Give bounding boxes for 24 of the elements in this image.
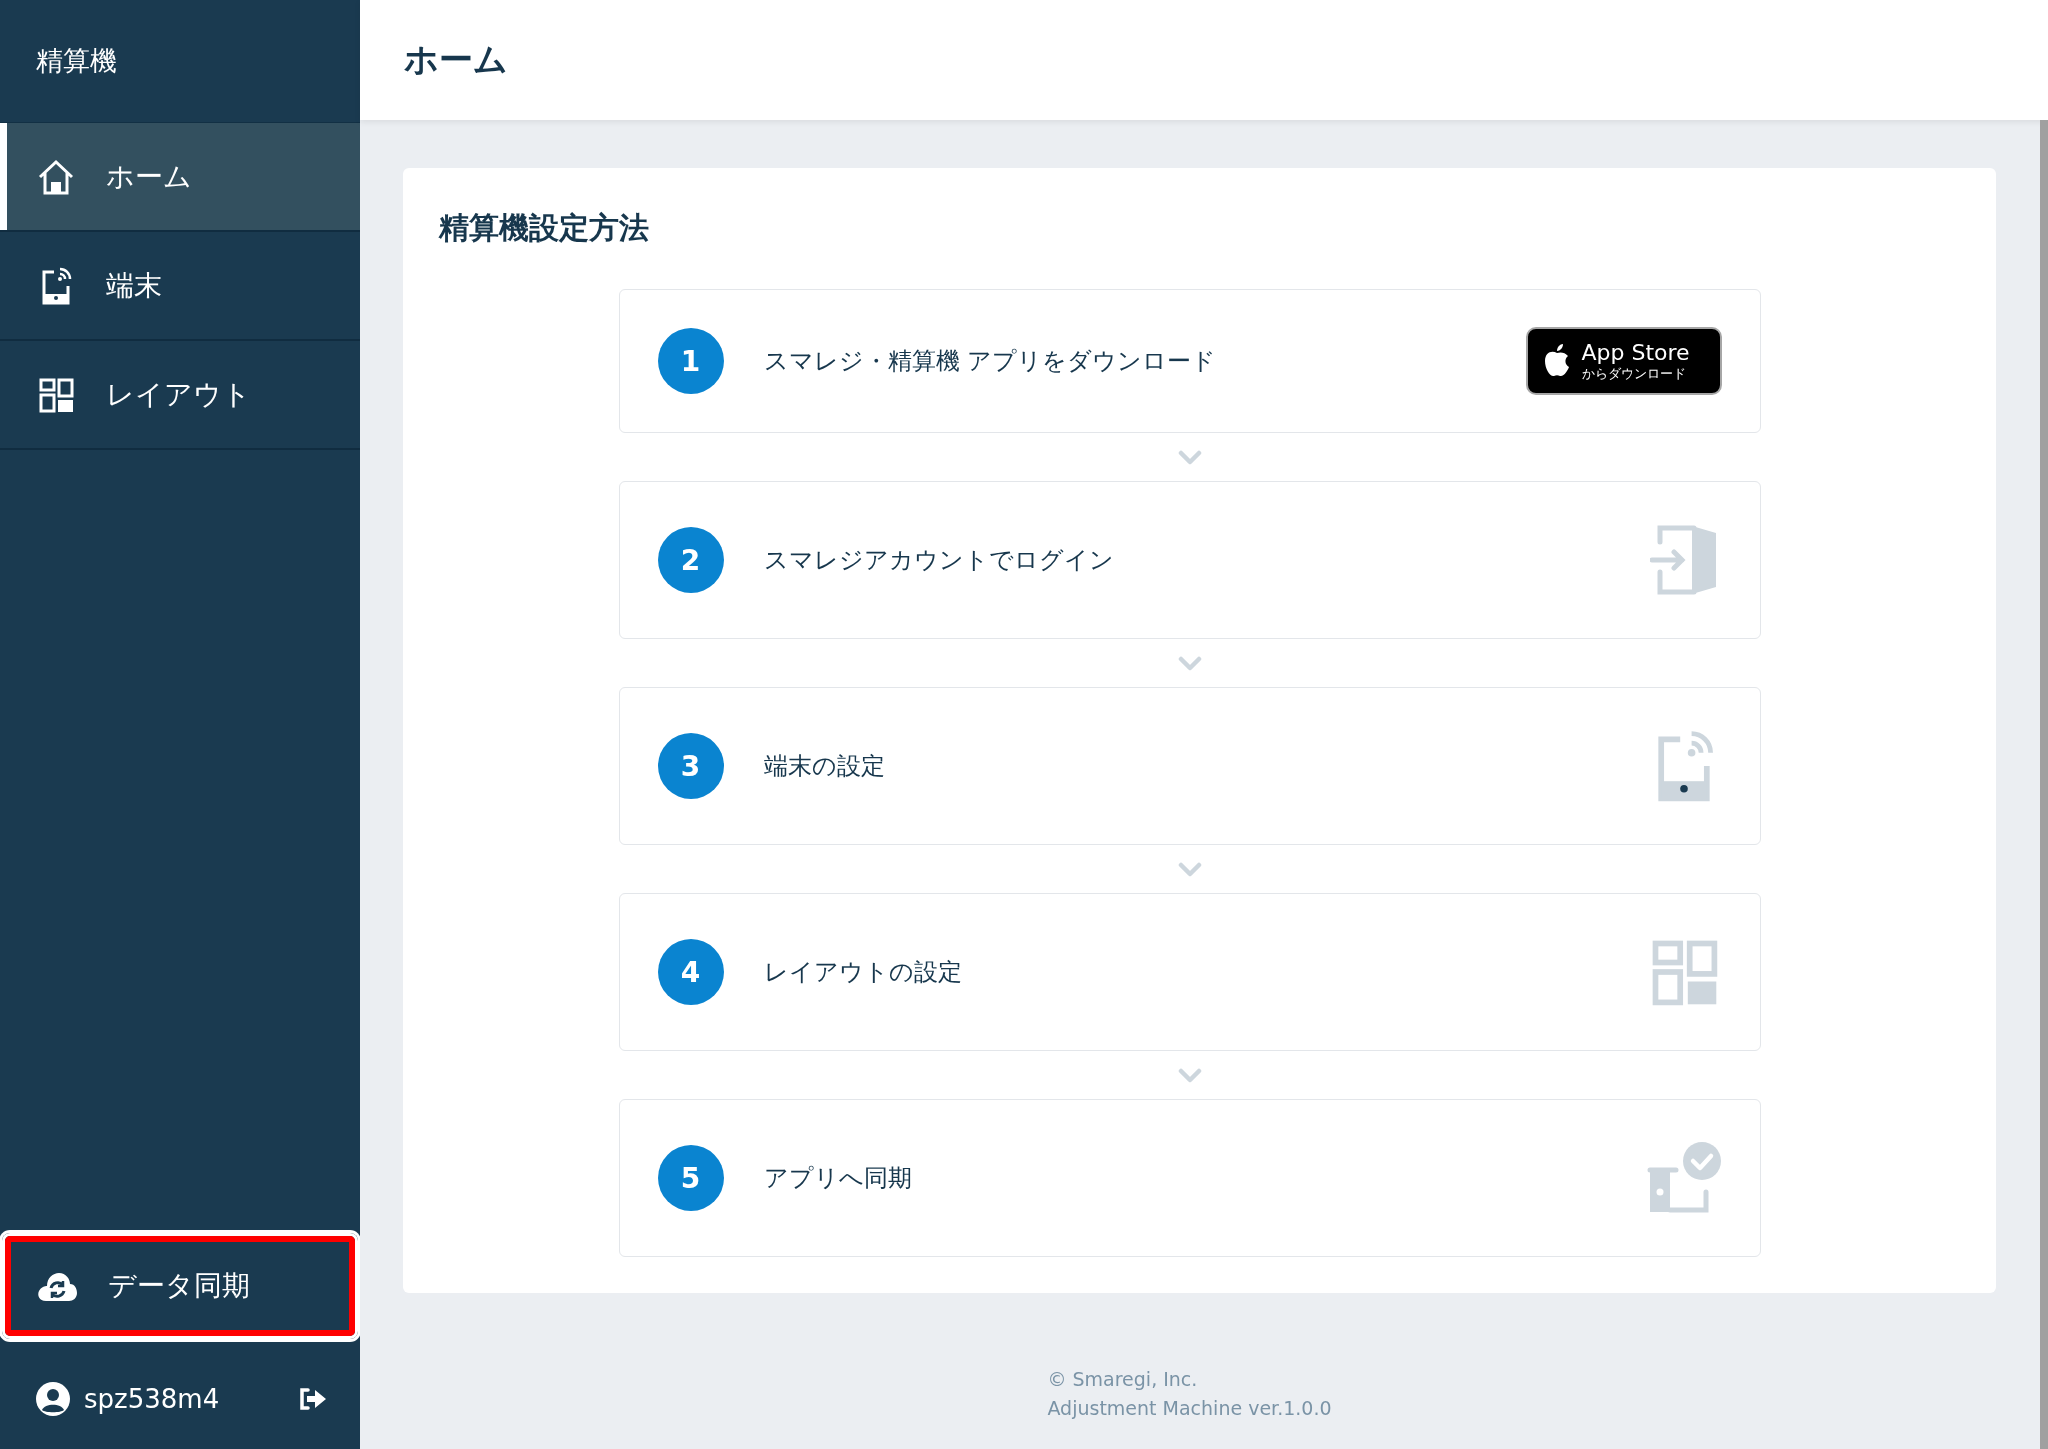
step-label: アプリへ同期 [763, 1163, 913, 1194]
step-number: 5 [657, 1145, 724, 1211]
device-check-icon [1645, 1140, 1722, 1216]
logout-icon[interactable] [298, 1387, 328, 1411]
step-label: スマレジアカウントでログイン [763, 545, 1115, 576]
app-store-badge[interactable]: App Store からダウンロード [1525, 327, 1722, 395]
step-label: スマレジ・精算機 アプリをダウンロード [763, 346, 1218, 377]
step-number: 4 [657, 939, 724, 1005]
step-number: 2 [657, 527, 724, 593]
step-number: 3 [657, 733, 724, 799]
cloud-sync-icon [36, 1270, 78, 1302]
nav-item[interactable]: ホーム [0, 123, 360, 232]
badge-subtitle: からダウンロード [1581, 366, 1687, 382]
step-number: 1 [657, 328, 724, 394]
step-label: レイアウトの設定 [763, 957, 963, 988]
page-title: ホーム [360, 0, 2048, 120]
user-avatar-icon [36, 1382, 70, 1416]
version-text: Adjustment Machine ver.1.0.0 [1047, 1396, 1332, 1421]
copyright-text: © Smaregi, Inc. [1047, 1367, 1199, 1392]
data-sync-button[interactable]: データ同期 [2, 1233, 358, 1339]
badge-title: App Store [1581, 340, 1690, 366]
step-label: 端末の設定 [763, 751, 886, 782]
user-name: spz538m4 [84, 1384, 221, 1414]
card-title: 精算機設定方法 [439, 209, 650, 247]
